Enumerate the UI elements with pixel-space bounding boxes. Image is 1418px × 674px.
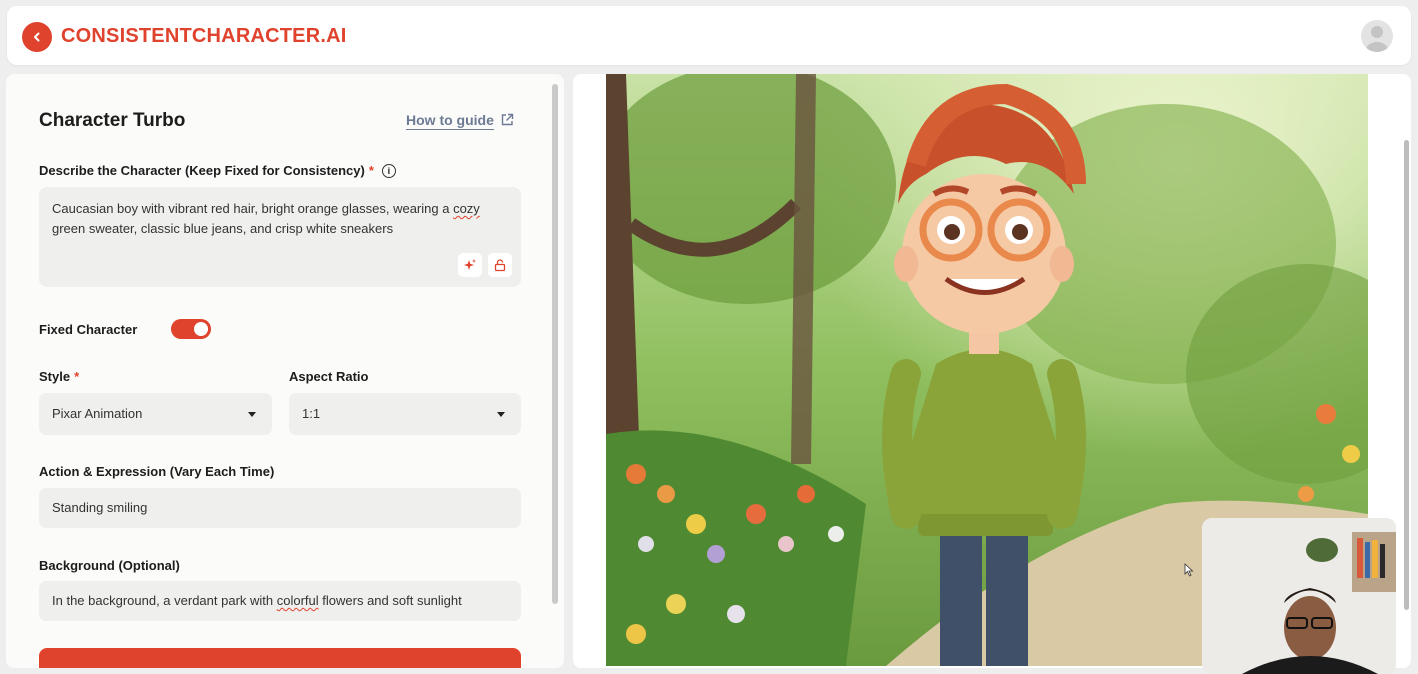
aspect-ratio-value: 1:1 bbox=[302, 406, 320, 421]
background-value: In the background, a verdant park with c… bbox=[52, 593, 462, 608]
user-avatar-icon[interactable] bbox=[1361, 20, 1393, 52]
info-icon[interactable]: i bbox=[382, 164, 396, 178]
fixed-character-toggle[interactable] bbox=[171, 319, 211, 339]
mouse-cursor-icon bbox=[1184, 563, 1194, 577]
enhance-prompt-button[interactable] bbox=[458, 253, 482, 277]
style-label-text: Style bbox=[39, 369, 70, 384]
action-expression-label: Action & Expression (Vary Each Time) bbox=[39, 464, 274, 479]
webcam-overlay bbox=[1202, 518, 1396, 674]
style-select-value: Pixar Animation bbox=[52, 406, 142, 421]
how-to-guide-label: How to guide bbox=[406, 112, 494, 128]
describe-label: Describe the Character (Keep Fixed for C… bbox=[39, 163, 396, 178]
describe-label-text: Describe the Character (Keep Fixed for C… bbox=[39, 163, 365, 178]
caret-down-icon bbox=[248, 412, 256, 417]
how-to-guide-link[interactable]: How to guide bbox=[406, 112, 514, 128]
toggle-knob bbox=[194, 322, 208, 336]
style-label: Style * bbox=[39, 369, 79, 384]
caret-down-icon bbox=[497, 412, 505, 417]
action-expression-input[interactable]: Standing smiling bbox=[39, 488, 521, 528]
generate-button[interactable] bbox=[39, 648, 521, 668]
character-form-panel: Character Turbo How to guide Describe th… bbox=[6, 74, 564, 668]
top-bar: CONSISTENTCHARACTER.AI bbox=[7, 6, 1411, 65]
back-button[interactable] bbox=[22, 22, 52, 52]
sparkle-icon bbox=[463, 258, 477, 272]
aspect-ratio-label: Aspect Ratio bbox=[289, 369, 368, 384]
right-scrollbar[interactable] bbox=[1404, 140, 1409, 610]
describe-character-textarea[interactable]: Caucasian boy with vibrant red hair, bri… bbox=[39, 187, 521, 287]
external-link-icon bbox=[500, 113, 514, 127]
action-expression-value: Standing smiling bbox=[52, 500, 147, 515]
unlock-icon bbox=[493, 258, 507, 272]
brand-logo[interactable]: CONSISTENTCHARACTER.AI bbox=[61, 25, 347, 48]
aspect-ratio-select[interactable]: 1:1 bbox=[289, 393, 521, 435]
style-select[interactable]: Pixar Animation bbox=[39, 393, 272, 435]
required-mark: * bbox=[369, 163, 374, 178]
spellcheck-word: cozy bbox=[453, 201, 480, 216]
background-input[interactable]: In the background, a verdant park with c… bbox=[39, 581, 521, 621]
left-scrollbar[interactable] bbox=[552, 84, 558, 604]
fixed-character-label: Fixed Character bbox=[39, 322, 137, 337]
required-mark: * bbox=[74, 369, 79, 384]
spellcheck-word: colorful bbox=[277, 593, 319, 608]
describe-character-value: Caucasian boy with vibrant red hair, bri… bbox=[52, 199, 492, 239]
background-label: Background (Optional) bbox=[39, 558, 180, 573]
lock-button[interactable] bbox=[488, 253, 512, 277]
panel-title: Character Turbo bbox=[39, 110, 185, 132]
chevron-left-icon bbox=[31, 31, 43, 43]
